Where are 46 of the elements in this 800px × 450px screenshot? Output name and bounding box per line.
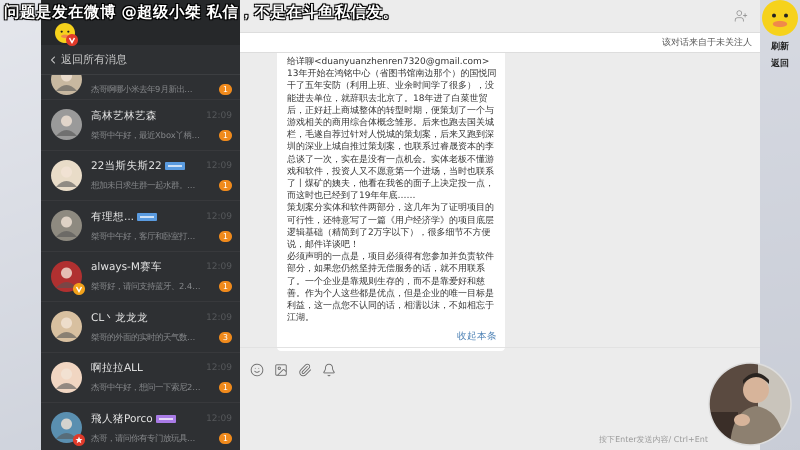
input-hint: 按下Enter发送内容/ Ctrl+Ent: [599, 434, 708, 445]
message-preview: 桀哥中午好，客厅和卧室打…: [91, 230, 196, 242]
unread-count: 3: [218, 332, 232, 343]
message-paragraph: 给详聊<duanyuanzhenren7320@gmail.com>: [287, 56, 490, 68]
unread-count: 1: [218, 230, 232, 242]
add-user-icon[interactable]: [734, 9, 748, 23]
avatar: [51, 412, 82, 444]
contact-name: 啊拉拉ALL: [91, 361, 143, 376]
message-paragraph: 13年开始在鸿铭中心（省图书馆南边那个）的国悦同干了五年安防（利用上班、业余时间学了很多），没能进去单位，就辞职去北京了。18年进了白菜世贸后，正好赶上商城整体的转型时期，便策划了一个与游戏相关的商用综合体概念雏形。后来也跑去国关城栏，毛遂自荐过针对人悦城的策划案，后来又跑到深圳的深业上城自推过策划案，也联系过睿晟资本的李总谈了一次，实在是没有一点机会。实体老板不懂游戏和软件，投资人又不愿意第一个进场，当时也联系了丨煤矿的姨夫，他看在我爸的面子上决定投一点，而这时也已经到了19年年底……: [287, 68, 497, 202]
avatar: [51, 160, 82, 191]
refresh-link[interactable]: 刷新: [771, 40, 789, 53]
unread-count: 1: [218, 432, 232, 444]
message-preview: 桀哥中午好，最近Xbox丫柄…: [91, 130, 200, 141]
message-preview: 桀哥好，请问支持蓝牙、2.4…: [91, 281, 200, 292]
unread-count: 1: [218, 130, 232, 141]
avatar: [51, 362, 82, 393]
avatar: [51, 260, 82, 292]
bell-icon[interactable]: [322, 362, 336, 376]
back-link[interactable]: 返回: [771, 57, 789, 70]
message-paragraph: 策划案分实体和软件两部分，这几年为了证明项目的可行性，还特意写了一篇《用户经济学》的项目底层逻辑基础（精简到了2万字以下），很多细节不方便说，邮件详谈吧！: [287, 202, 495, 252]
avatar: [51, 109, 82, 140]
message-preview: 杰哥中午好，想问一下索尼2…: [91, 382, 201, 394]
contact-name: 22当斯失斯22: [91, 159, 162, 174]
contact-name: always-M赛车: [91, 260, 162, 274]
contact-name: 飛人猪Porco: [91, 412, 153, 426]
avatar: [51, 311, 82, 342]
message-preview: 想加未日求生群一起水群。…: [91, 180, 196, 192]
unread-count: 1: [218, 281, 232, 292]
image-icon[interactable]: [274, 362, 288, 376]
unread-count: 1: [218, 180, 232, 192]
message-preview: 杰哥啊哪小米去年9月新出…: [91, 84, 193, 95]
unread-count: 1: [218, 84, 232, 95]
message-paragraph: 必须声明的一点是，项目必须得有您参加并负责软件部分，如果您仍然坚持无偿服务的话，就不用联系了。一个企业是靠规则生存的，而不是靠爱好和慈善。作为个人这些都是优点，但是企业的唯一目标是利益，这一点您不认同的话，相濡以沫，不如相忘于江湖。: [287, 251, 495, 324]
attachment-icon[interactable]: [298, 362, 312, 376]
avatar: [51, 210, 82, 242]
message-preview: 杰哥，请问你有专门放玩具…: [91, 432, 196, 444]
message-preview: 桀哥的外面的实时的天气数…: [91, 332, 196, 343]
unread-count: 1: [218, 382, 232, 394]
contact-name: 有理想...: [91, 210, 134, 224]
contact-name: CL丶龙龙龙: [91, 310, 148, 325]
emoji-icon[interactable]: [250, 362, 264, 376]
conversation-item[interactable]: 杰哥啊哪小米去年9月新出… 1: [41, 75, 240, 100]
notice-text: 该对话来自于未关注人: [662, 36, 752, 49]
contact-name: 高林艺林艺森: [91, 108, 157, 123]
verified-icon: [66, 34, 78, 46]
collapse-link[interactable]: 收起本条: [457, 330, 497, 344]
